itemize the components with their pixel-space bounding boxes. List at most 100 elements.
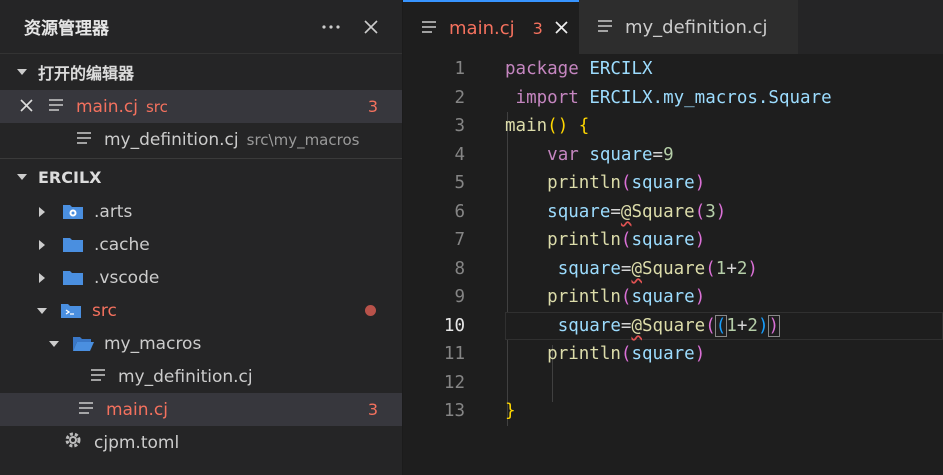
code-text: println(square) [547, 173, 706, 193]
open-editor-name: my_definition.cj [104, 129, 239, 150]
code-text: package ERCILX [505, 59, 653, 79]
chevron-down-icon [36, 307, 48, 315]
explorer-sidebar: 资源管理器 打开的编辑器 main.cj src 3 my_definition… [0, 0, 403, 475]
code-text: import ERCILX.my_macros.Square [515, 87, 832, 108]
chevron-down-icon [16, 173, 28, 181]
code-text: println(square) [547, 287, 706, 307]
open-editor-name: main.cj [76, 96, 138, 117]
line-number: 1 [454, 59, 465, 79]
tree-item-label: main.cj [106, 399, 168, 420]
file-lines-icon [48, 97, 68, 117]
editor-area: main.cj 3 my_definition.cj 1 package ERCI… [403, 0, 943, 475]
tree-item-label: .vscode [94, 267, 160, 288]
code-editor[interactable]: 1 package ERCILX 2 import ERCILX.my_macro… [403, 55, 943, 426]
tree-item-label: cjpm.toml [94, 432, 180, 453]
project-label: ERCILX [38, 167, 102, 187]
line-number: 3 [454, 116, 465, 136]
code-line: 13} [403, 397, 943, 426]
code-line: 11 println(square) [403, 340, 943, 369]
line-number: 9 [454, 287, 465, 307]
folder-icon [62, 269, 84, 286]
tree-item-vscode[interactable]: .vscode [0, 261, 402, 294]
error-count-badge: 3 [367, 400, 378, 419]
code-line: 2 import ERCILX.my_macros.Square [403, 84, 943, 113]
code-line: 5 println(square) [403, 169, 943, 198]
line-number: 6 [454, 201, 465, 222]
line-number: 12 [443, 372, 465, 393]
open-editor-path: src\my_macros [246, 130, 360, 149]
chevron-down-icon [16, 68, 28, 76]
open-editor-my-definition[interactable]: my_definition.cj src\my_macros [0, 123, 402, 156]
close-icon[interactable] [555, 18, 568, 39]
tree-item-label: .arts [94, 201, 133, 222]
code-line: 6 square=@Square(3) [403, 198, 943, 227]
more-actions-icon[interactable] [318, 14, 344, 40]
folder-gear-icon [62, 203, 84, 220]
code-text: square=@Square((1+2)) [557, 314, 781, 337]
code-text: main() { [505, 116, 590, 136]
modified-dot [365, 305, 376, 316]
open-editors-section[interactable]: 打开的编辑器 [0, 54, 402, 90]
tab-my-definition[interactable]: my_definition.cj [579, 0, 799, 54]
folder-src-icon [60, 302, 82, 319]
line-number: 13 [443, 401, 465, 421]
code-line-current: 10 square=@Square((1+2)) [403, 311, 943, 340]
tree-item-label: my_definition.cj [118, 366, 253, 387]
line-number: 11 [443, 344, 465, 364]
file-lines-icon [76, 130, 96, 150]
tree-item-label: my_macros [104, 333, 202, 354]
close-editor-icon[interactable] [20, 97, 33, 117]
code-text: square=@Square(1+2) [557, 258, 758, 279]
chevron-right-icon [36, 239, 48, 251]
chevron-down-icon [48, 340, 60, 348]
open-editor-path: src [145, 97, 168, 116]
tree-item-src[interactable]: src [0, 294, 402, 327]
chevron-right-icon [36, 272, 48, 284]
tree-item-cjpm[interactable]: cjpm.toml [0, 426, 402, 459]
tree-item-main[interactable]: main.cj 3 [0, 393, 402, 426]
code-line: 12 [403, 369, 943, 398]
code-line: 7 println(square) [403, 226, 943, 255]
tab-error-badge: 3 [532, 18, 543, 38]
code-text: println(square) [547, 344, 706, 364]
line-number: 5 [454, 173, 465, 193]
code-line: 3 main() { [403, 112, 943, 141]
project-section[interactable]: ERCILX [0, 159, 402, 195]
error-count-badge: 3 [367, 97, 378, 116]
line-number: 7 [454, 230, 465, 250]
tab-label: my_definition.cj [625, 16, 768, 38]
tree-item-arts[interactable]: .arts [0, 195, 402, 228]
tree-item-label: .cache [94, 234, 150, 255]
code-line: 8 square=@Square(1+2) [403, 255, 943, 284]
tree-item-my-definition[interactable]: my_definition.cj [0, 360, 402, 393]
gear-icon [64, 431, 84, 454]
line-number: 2 [454, 87, 465, 108]
tree-item-cache[interactable]: .cache [0, 228, 402, 261]
line-number: 10 [443, 315, 465, 336]
code-line: 9 println(square) [403, 283, 943, 312]
tree-item-my-macros[interactable]: my_macros [0, 327, 402, 360]
file-lines-icon [90, 367, 110, 387]
folder-icon [62, 236, 84, 253]
chevron-right-icon [36, 206, 48, 218]
open-editors-label: 打开的编辑器 [38, 64, 135, 83]
explorer-header: 资源管理器 [0, 0, 402, 54]
tree-item-label: src [92, 300, 117, 321]
tab-label: main.cj [449, 17, 515, 39]
file-lines-icon [421, 18, 437, 39]
code-line: 1 package ERCILX [403, 55, 943, 84]
code-line: 4 var square=9 [403, 141, 943, 170]
open-editor-main[interactable]: main.cj src 3 [0, 90, 402, 123]
code-text: println(square) [547, 230, 706, 250]
line-number: 8 [454, 258, 465, 279]
folder-open-icon [72, 335, 94, 352]
explorer-title: 资源管理器 [24, 19, 109, 39]
tab-bar: main.cj 3 my_definition.cj [403, 0, 943, 54]
line-number: 4 [454, 144, 465, 165]
file-lines-icon [78, 400, 98, 420]
code-text: } [505, 401, 516, 421]
tab-main[interactable]: main.cj 3 [403, 0, 579, 54]
code-text: square=@Square(3) [547, 201, 727, 222]
file-lines-icon [597, 17, 613, 38]
close-icon[interactable] [358, 14, 384, 40]
